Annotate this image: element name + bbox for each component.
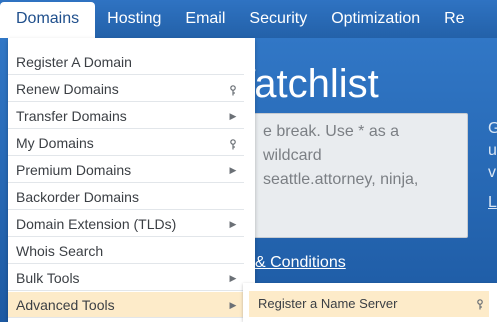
top-navigation: Domains Hosting Email Security Optimizat… xyxy=(0,0,497,38)
menu-item-advanced-tools[interactable]: Advanced Tools ▶ xyxy=(8,292,244,318)
side-letter: u xyxy=(488,142,497,159)
advanced-tools-submenu: Register a Name Server xyxy=(243,283,497,322)
menu-item-bulk-tools[interactable]: Bulk Tools ▶ xyxy=(8,265,244,291)
side-letter: v xyxy=(488,164,496,181)
nav-item-email[interactable]: Email xyxy=(173,0,237,38)
side-link[interactable]: L xyxy=(488,192,497,214)
key-icon xyxy=(228,76,238,102)
nav-item-domains[interactable]: Domains xyxy=(0,2,96,38)
menu-item-label: Advanced Tools xyxy=(16,297,115,313)
nav-item-optimization[interactable]: Optimization xyxy=(319,0,432,38)
menu-item-label: Transfer Domains xyxy=(16,108,127,124)
menu-item-label: Bulk Tools xyxy=(16,270,80,286)
side-text: G u v L xyxy=(488,118,497,214)
menu-item-premium-domains[interactable]: Premium Domains ▶ xyxy=(8,157,244,183)
nav-item-more[interactable]: Re xyxy=(432,0,476,38)
textarea-line: e break. Use * as a wildcard xyxy=(263,123,400,164)
menu-item-label: Premium Domains xyxy=(16,162,132,178)
key-icon xyxy=(228,130,238,156)
menu-item-label: Backorder Domains xyxy=(16,189,139,205)
chevron-right-icon: ▶ xyxy=(229,165,237,175)
chevron-right-icon: ▶ xyxy=(229,273,237,283)
chevron-right-icon: ▶ xyxy=(229,219,237,229)
nav-item-hosting[interactable]: Hosting xyxy=(95,0,173,38)
menu-item-domain-extension[interactable]: Domain Extension (TLDs) ▶ xyxy=(8,211,244,237)
chevron-right-icon: ▶ xyxy=(229,111,237,121)
submenu-item-label: Register a Name Server xyxy=(258,296,398,311)
side-letter: G xyxy=(488,120,497,137)
menu-item-label: Register A Domain xyxy=(16,54,132,70)
menu-item-label: Domain Extension (TLDs) xyxy=(16,216,177,232)
domains-dropdown-menu: Register A Domain Renew Domains Transfer… xyxy=(8,38,255,322)
menu-item-backorder-domains[interactable]: Backorder Domains xyxy=(8,184,244,210)
menu-item-my-domains[interactable]: My Domains xyxy=(8,130,244,156)
menu-item-label: Whois Search xyxy=(16,243,104,259)
menu-item-transfer-domains[interactable]: Transfer Domains ▶ xyxy=(8,103,244,129)
submenu-item-register-name-server[interactable]: Register a Name Server xyxy=(249,291,489,317)
menu-item-label: My Domains xyxy=(16,135,94,151)
menu-item-renew-domains[interactable]: Renew Domains xyxy=(8,76,244,102)
menu-item-register-domain[interactable]: Register A Domain xyxy=(8,49,244,75)
menu-item-whois-search[interactable]: Whois Search xyxy=(8,238,244,264)
chevron-right-icon: ▶ xyxy=(229,300,237,310)
menu-item-label: Renew Domains xyxy=(16,81,119,97)
key-icon xyxy=(477,291,483,317)
textarea-line: seattle.attorney, ninja, xyxy=(263,171,419,188)
nav-item-security[interactable]: Security xyxy=(237,0,319,38)
terms-conditions-link[interactable]: & Conditions xyxy=(255,254,346,272)
